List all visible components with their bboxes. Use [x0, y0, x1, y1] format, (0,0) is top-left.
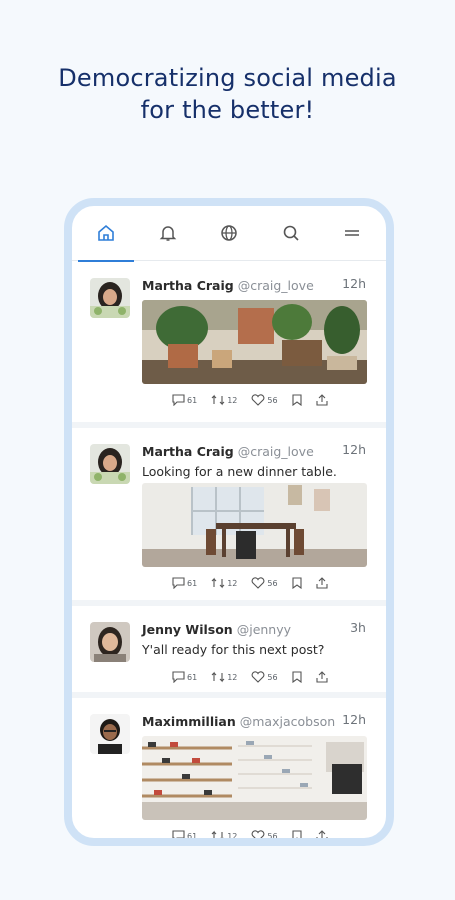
post[interactable]: Jenny Wilson @jennyy 3h Y'all ready for … [72, 606, 386, 698]
comment-icon [172, 671, 185, 683]
avatar[interactable] [90, 714, 130, 754]
post-image-shoe-store[interactable] [142, 736, 367, 820]
author-handle[interactable]: @craig_love [238, 444, 314, 459]
retweet-button[interactable]: 12 [211, 671, 237, 683]
comment-icon [172, 577, 185, 589]
headline-line-2: for the better! [140, 96, 315, 124]
post[interactable]: Martha Craig @craig_love 12h Looking for… [72, 428, 386, 606]
post-time: 3h [350, 620, 366, 635]
avatar[interactable] [90, 444, 130, 484]
menu-icon [345, 230, 359, 236]
retweet-icon [211, 394, 225, 406]
share-button[interactable] [316, 577, 328, 589]
like-count: 56 [267, 831, 278, 839]
nav-notifications[interactable] [150, 206, 186, 261]
share-button[interactable] [316, 830, 328, 838]
heart-icon [251, 577, 265, 589]
post-text: Looking for a new dinner table. [142, 464, 337, 479]
author-handle[interactable]: @jennyy [237, 622, 291, 637]
bell-icon [159, 226, 176, 241]
search-icon [283, 225, 299, 241]
retweet-count: 12 [227, 831, 238, 839]
like-button[interactable]: 56 [251, 671, 278, 683]
heart-icon [251, 830, 265, 838]
comment-icon [172, 830, 185, 838]
headline: Democratizing social media for the bette… [0, 62, 455, 126]
bookmark-button[interactable] [292, 830, 302, 838]
post-time: 12h [342, 442, 366, 457]
nav-explore[interactable] [211, 206, 247, 261]
like-button[interactable]: 56 [251, 577, 278, 589]
post-time: 12h [342, 712, 366, 727]
nav-menu[interactable] [334, 206, 370, 261]
bookmark-icon [292, 577, 302, 589]
like-button[interactable]: 56 [251, 830, 278, 839]
avatar[interactable] [90, 622, 130, 662]
retweet-count: 12 [227, 578, 238, 588]
like-count: 56 [267, 578, 278, 588]
avatar[interactable] [90, 278, 130, 318]
share-icon [316, 394, 328, 406]
share-button[interactable] [316, 671, 328, 683]
share-icon [316, 830, 328, 838]
top-navigation [72, 206, 386, 262]
post-image-plants[interactable] [142, 300, 367, 384]
retweet-count: 12 [227, 395, 238, 405]
share-icon [316, 577, 328, 589]
heart-icon [251, 671, 265, 683]
author-name[interactable]: Jenny Wilson [142, 622, 233, 637]
retweet-button[interactable]: 12 [211, 394, 237, 406]
author-handle[interactable]: @maxjacobson [240, 714, 335, 729]
reply-button[interactable]: 61 [172, 394, 197, 406]
reply-button[interactable]: 61 [172, 577, 197, 589]
author-handle[interactable]: @craig_love [238, 278, 314, 293]
retweet-button[interactable]: 12 [211, 830, 237, 838]
retweet-icon [211, 671, 225, 683]
retweet-icon [211, 830, 225, 838]
bookmark-button[interactable] [292, 671, 302, 683]
like-count: 56 [267, 395, 278, 405]
post-time: 12h [342, 276, 366, 291]
post-image-dining-room[interactable] [142, 483, 367, 567]
nav-home[interactable] [78, 206, 134, 262]
share-button[interactable] [316, 394, 328, 406]
phone-frame: Martha Craig @craig_love 12h 61 12 56 Ma… [64, 198, 394, 846]
retweet-button[interactable]: 12 [211, 577, 237, 589]
post-actions: 61 12 56 [142, 567, 372, 599]
like-count: 56 [267, 672, 278, 682]
feed: Martha Craig @craig_love 12h 61 12 56 Ma… [72, 262, 386, 838]
author-name[interactable]: Martha Craig [142, 278, 234, 293]
reply-count: 61 [187, 395, 198, 405]
bookmark-icon [292, 671, 302, 683]
retweet-count: 12 [227, 672, 238, 682]
bookmark-icon [292, 830, 302, 838]
post-actions: 61 12 56 [142, 384, 372, 416]
bookmark-button[interactable] [292, 577, 302, 589]
retweet-icon [211, 577, 225, 589]
reply-count: 61 [187, 672, 198, 682]
share-icon [316, 671, 328, 683]
like-button[interactable]: 56 [251, 394, 278, 406]
reply-count: 61 [187, 578, 198, 588]
post[interactable]: Maximmillian @maxjacobson 12h 61 12 56 [72, 698, 386, 838]
post-actions: 61 12 56 [142, 820, 372, 838]
heart-icon [251, 394, 265, 406]
reply-count: 61 [187, 831, 198, 839]
headline-line-1: Democratizing social media [58, 64, 397, 92]
comment-icon [172, 394, 185, 406]
post-text: Y'all ready for this next post? [142, 642, 325, 657]
reply-button[interactable]: 61 [172, 671, 197, 683]
bookmark-icon [292, 394, 302, 406]
nav-search[interactable] [273, 206, 309, 261]
author-name[interactable]: Maximmillian [142, 714, 236, 729]
bookmark-button[interactable] [292, 394, 302, 406]
home-icon [98, 224, 114, 241]
reply-button[interactable]: 61 [172, 830, 197, 838]
post[interactable]: Martha Craig @craig_love 12h 61 12 56 [72, 262, 386, 428]
author-name[interactable]: Martha Craig [142, 444, 234, 459]
post-actions: 61 12 56 [142, 661, 372, 693]
globe-icon [221, 225, 237, 241]
